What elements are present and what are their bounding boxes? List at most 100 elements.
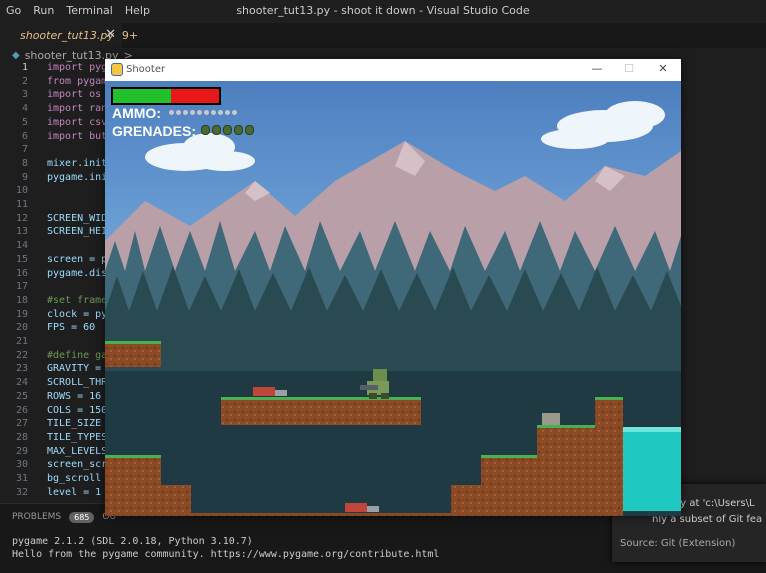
grenade-counter: [201, 125, 256, 135]
line-number: 13: [15, 226, 28, 238]
bullet-icon: [225, 110, 230, 115]
line-number: 18: [15, 294, 28, 306]
code-text: pygame.disp: [47, 267, 114, 279]
bullet-icon: [197, 110, 202, 115]
grenade-icon: [223, 125, 232, 135]
code-text: import butt: [47, 130, 114, 142]
line-number: 8: [21, 157, 28, 169]
game-title: Shooter: [126, 64, 166, 75]
line-number: 26: [15, 404, 28, 416]
line-number: 4: [21, 103, 28, 115]
water: [623, 427, 681, 511]
line-number: 24: [15, 377, 28, 389]
line-number: 27: [15, 418, 28, 430]
line-number: 28: [15, 431, 28, 443]
python-file-icon: ◆: [12, 49, 20, 61]
code-text: pygame.init: [47, 171, 114, 183]
health-bar: [111, 87, 221, 105]
bullet-icon: [183, 110, 188, 115]
game-window[interactable]: Shooter — ☐ ✕ AMMO: GRENADES:: [105, 59, 681, 516]
grenades-label: GRENADES:: [112, 123, 197, 139]
line-number: 12: [15, 212, 28, 224]
code-text: from pygame: [47, 75, 114, 87]
line-number: 23: [15, 363, 28, 375]
health-bar-fill: [113, 89, 172, 103]
line-number: 25: [15, 390, 28, 402]
code-text: clock = pyg: [47, 308, 114, 320]
pygame-snake-icon: [111, 63, 123, 76]
code-text: import pyga: [47, 62, 114, 73]
line-number: 10: [15, 185, 28, 197]
line-number: 32: [15, 486, 28, 498]
terminal-output[interactable]: pygame 2.1.2 (SDL 2.0.18, Python 3.10.7)…: [12, 536, 439, 562]
problems-count-badge: 685: [69, 512, 95, 523]
minimize-button[interactable]: —: [587, 62, 607, 75]
close-button[interactable]: ✕: [653, 62, 673, 75]
terminal-line: pygame 2.1.2 (SDL 2.0.18, Python 3.10.7): [12, 536, 253, 547]
line-number: 11: [15, 199, 28, 210]
line-number: 19: [15, 308, 28, 320]
code-text: FPS = 60: [47, 322, 96, 334]
grenade-icon: [245, 125, 254, 135]
line-number: 31: [15, 473, 28, 484]
code-text: screen = py: [47, 253, 114, 265]
grenade-icon: [234, 125, 243, 135]
line-number: 7: [21, 144, 28, 156]
line-number: 15: [15, 253, 28, 265]
code-text: bg_scroll =: [47, 473, 114, 484]
code-text: TILE_TYPES: [47, 431, 108, 443]
line-number: 5: [21, 116, 28, 128]
bullet-icon: [190, 110, 195, 115]
close-tab-icon[interactable]: ✕: [105, 27, 116, 42]
code-text: import csv: [47, 116, 108, 128]
window-title: shooter_tut13.py - shoot it down - Visua…: [236, 4, 530, 17]
code-text: SCREEN_HEIG: [47, 226, 114, 238]
bullet-icon: [218, 110, 223, 115]
rock: [542, 413, 560, 425]
grenade-icon: [212, 125, 221, 135]
grenade-icon: [201, 125, 210, 135]
code-text: #set framer: [47, 294, 114, 306]
tab-shooter-file[interactable]: shooter_tut13.py 9+ ✕: [0, 23, 138, 48]
ammo-counter: [169, 110, 239, 115]
code-text: ROWS = 16: [47, 390, 102, 402]
line-number: 29: [15, 445, 28, 457]
code-text: #define gam: [47, 349, 114, 361]
line-number: 22: [15, 349, 28, 361]
notification-source: Source: Git (Extension): [620, 538, 736, 549]
title-bar: Go Run Terminal Help shooter_tut13.py - …: [0, 0, 766, 23]
line-number: 2: [21, 75, 28, 87]
code-text: SCROLL_THRE: [47, 377, 114, 389]
game-canvas[interactable]: AMMO: GRENADES:: [105, 81, 681, 516]
bullet-icon: [169, 110, 174, 115]
line-number: 14: [15, 240, 28, 252]
tab-problems[interactable]: PROBLEMS: [12, 512, 61, 523]
line-number: 16: [15, 267, 28, 279]
code-text: level = 1: [47, 486, 102, 498]
ammo-label: AMMO:: [112, 105, 161, 121]
code-text: COLS = 150: [47, 404, 108, 416]
code-text: TILE_SIZE =: [47, 418, 114, 430]
bullet-icon: [204, 110, 209, 115]
bullet-icon: [211, 110, 216, 115]
code-text: import os: [47, 89, 102, 101]
code-text: GRAVITY = 0: [47, 363, 114, 375]
code-text: MAX_LEVELS: [47, 445, 108, 457]
line-number: 9: [21, 171, 28, 183]
editor-tab-bar: shooter_tut13.py 9+ ✕: [0, 23, 766, 48]
line-number: 21: [15, 336, 28, 347]
bullet-icon: [176, 110, 181, 115]
modified-badge: 9+: [121, 29, 139, 42]
maximize-button[interactable]: ☐: [619, 62, 639, 75]
code-text: screen_scro: [47, 459, 114, 471]
line-number: 1: [21, 62, 28, 73]
line-number: 17: [15, 281, 28, 293]
code-text: import rand: [47, 103, 114, 115]
code-text: SCREEN_WIDT: [47, 212, 114, 224]
tab-label: shooter_tut13.py: [20, 29, 114, 42]
game-title-bar[interactable]: Shooter — ☐ ✕: [105, 59, 681, 81]
bullet-icon: [232, 110, 237, 115]
line-number: 6: [21, 130, 28, 142]
line-number: 20: [15, 322, 28, 334]
game-scene: [105, 81, 681, 516]
